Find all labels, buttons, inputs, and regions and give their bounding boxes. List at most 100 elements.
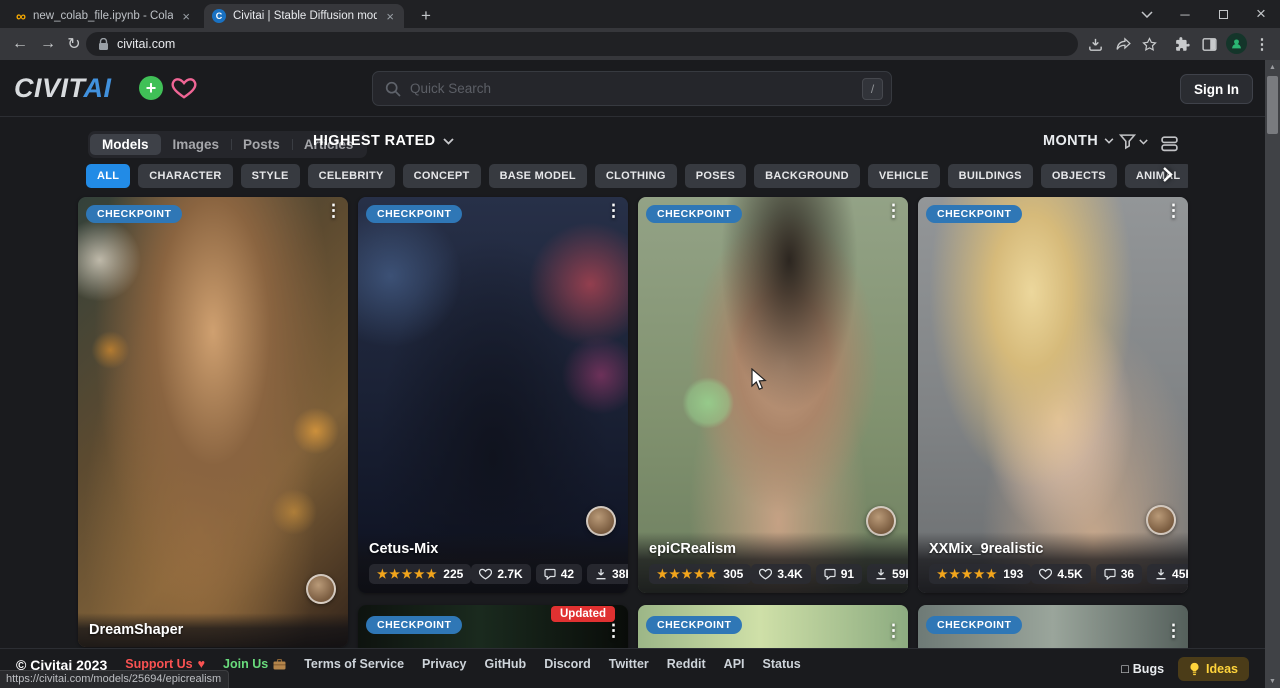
search-input[interactable] [410,81,853,96]
footer-link-join-us[interactable]: Join Us [223,657,286,671]
extensions-icon[interactable] [1173,35,1191,53]
card-stats: ★★★★★ 193 4.5K 36 45K [929,564,1177,584]
filter-dropdown[interactable] [1119,133,1148,150]
scrollbar-thumb[interactable] [1267,76,1278,134]
card-menu-icon[interactable]: ⋮ [1165,622,1182,639]
new-tab-button[interactable]: + [416,6,436,26]
card-menu-icon[interactable]: ⋮ [885,202,902,219]
categories-scroll-right-icon[interactable] [1162,166,1173,183]
category-buildings[interactable]: BUILDINGS [948,164,1033,188]
ideas-button[interactable]: Ideas [1178,657,1249,681]
back-icon[interactable]: ← [10,34,30,54]
favorites-heart-icon[interactable] [171,76,197,100]
category-poses[interactable]: POSES [685,164,746,188]
card-view-toggle[interactable] [1160,134,1179,153]
category-character[interactable]: CHARACTER [138,164,232,188]
funnel-icon [1119,133,1136,150]
category-filter-row: ALL CHARACTER STYLE CELEBRITY CONCEPT BA… [86,164,1188,188]
model-card-epicrealism[interactable]: CHECKPOINT ⋮ epiCRealism ★★★★★ 305 3.4K … [638,197,908,593]
category-style[interactable]: STYLE [241,164,300,188]
footer-link-api[interactable]: API [724,657,745,671]
model-type-badge: CHECKPOINT [366,616,462,634]
model-card-cetus-mix[interactable]: CHECKPOINT ⋮ Cetus-Mix ★★★★★ 225 2.7K 42… [358,197,628,593]
card-menu-icon[interactable]: ⋮ [605,622,622,639]
footer-link-privacy[interactable]: Privacy [422,657,466,671]
browser-profile-avatar[interactable] [1226,33,1247,54]
model-card-dreamshaper[interactable]: CHECKPOINT ⋮ DreamShaper [78,197,348,647]
footer-link-status[interactable]: Status [763,657,801,671]
card-stats: ★★★★★ 225 2.7K 42 38K [369,564,617,584]
tab-images[interactable]: Images [161,134,232,155]
rating-pill: ★★★★★ 225 [369,564,471,584]
bookmark-star-icon[interactable] [1140,35,1158,53]
tab-models[interactable]: Models [90,134,161,155]
sort-dropdown[interactable]: HIGHEST RATED [313,133,454,149]
forward-icon[interactable]: → [38,34,58,54]
category-celebrity[interactable]: CELEBRITY [308,164,395,188]
creator-avatar[interactable] [306,574,336,604]
scroll-down-icon[interactable]: ▼ [1265,674,1280,688]
civitai-logo[interactable]: CIVITAI [14,73,112,103]
download-icon [1155,568,1167,580]
lightbulb-icon [1189,662,1200,676]
rating-count: 305 [723,567,743,581]
tab-colab[interactable]: ∞ new_colab_file.ipynb - Colaborat × [8,4,200,28]
page-scrollbar[interactable]: ▲ ▼ [1265,60,1280,688]
likes-pill: 2.7K [471,564,530,584]
stacked-cards-icon [1160,134,1179,153]
window-controls: ─ × [1128,0,1280,28]
reload-icon[interactable]: ↻ [64,34,84,54]
category-vehicle[interactable]: VEHICLE [868,164,940,188]
sidebar-icon[interactable] [1200,35,1218,53]
category-concept[interactable]: CONCEPT [403,164,481,188]
comments-count: 42 [561,567,574,581]
card-menu-icon[interactable]: ⋮ [605,202,622,219]
close-button[interactable]: × [1242,0,1280,28]
tab-search-icon[interactable] [1128,0,1166,28]
link-label: Support Us [125,657,192,671]
card-stats: ★★★★★ 305 3.4K 91 59K [649,564,897,584]
download-icon[interactable] [1086,35,1104,53]
footer-link-support-us[interactable]: Support Us♥ [125,657,205,671]
minimize-button[interactable]: ─ [1166,0,1204,28]
card-menu-icon[interactable]: ⋮ [885,622,902,639]
category-animal[interactable]: ANIMAL [1125,164,1188,188]
tab-close-icon[interactable]: × [180,9,192,24]
download-icon [875,568,887,580]
scroll-up-icon[interactable]: ▲ [1265,60,1280,74]
model-card-xxmix[interactable]: CHECKPOINT ⋮ XXMix_9realistic ★★★★★ 193 … [918,197,1188,593]
period-dropdown[interactable]: MONTH [1043,133,1114,149]
footer-link-github[interactable]: GitHub [485,657,527,671]
comments-pill: 91 [816,564,862,584]
bugs-button[interactable]: □Bugs [1121,662,1164,676]
footer-link-reddit[interactable]: Reddit [667,657,706,671]
footer-link-twitter[interactable]: Twitter [609,657,649,671]
downloads-count: 59K [892,567,908,581]
card-info-overlay: Cetus-Mix ★★★★★ 225 2.7K 42 38K [358,532,628,593]
sign-in-button[interactable]: Sign In [1180,74,1253,104]
share-icon[interactable] [1114,35,1132,53]
create-plus-button[interactable]: + [139,76,163,100]
category-base-model[interactable]: BASE MODEL [489,164,587,188]
category-objects[interactable]: OBJECTS [1041,164,1117,188]
footer-link-terms[interactable]: Terms of Service [304,657,404,671]
tab-posts[interactable]: Posts [231,134,292,155]
tab-civitai[interactable]: C Civitai | Stable Diffusion models, × [204,4,404,28]
search-shortcut-key: / [862,78,883,100]
card-menu-icon[interactable]: ⋮ [325,202,342,219]
category-clothing[interactable]: CLOTHING [595,164,677,188]
category-background[interactable]: BACKGROUND [754,164,860,188]
quick-search-box[interactable]: / [372,71,892,106]
comments-pill: 36 [1096,564,1142,584]
footer-link-discord[interactable]: Discord [544,657,591,671]
browser-menu-icon[interactable]: ⋮ [1253,35,1271,53]
address-bar[interactable]: civitai.com [86,32,1078,56]
category-all[interactable]: ALL [86,164,130,188]
comment-icon [824,568,836,580]
maximize-button[interactable] [1204,0,1242,28]
heart-icon [1039,568,1052,580]
comment-icon [544,568,556,580]
card-menu-icon[interactable]: ⋮ [1165,202,1182,219]
tab-close-icon[interactable]: × [384,9,396,24]
creator-avatar[interactable] [1146,505,1176,535]
